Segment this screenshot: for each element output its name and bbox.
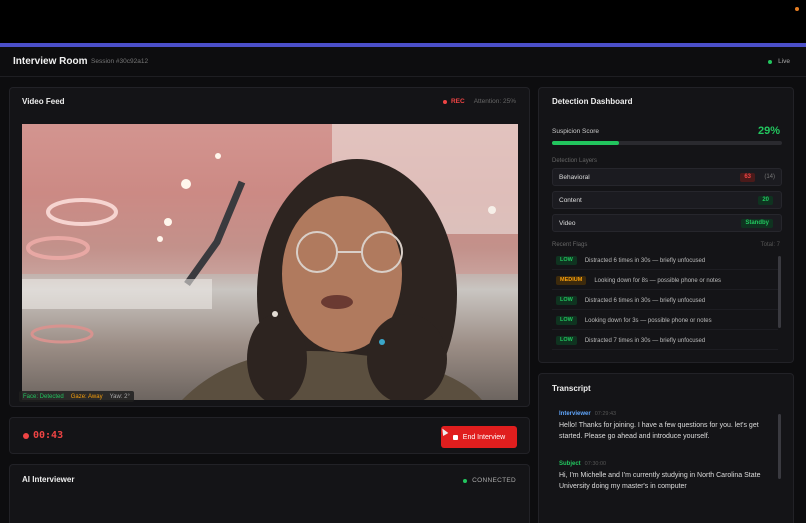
layer-row-video: Video Standby — [552, 214, 782, 232]
severity-badge: MEDIUM — [556, 276, 587, 285]
layer-status-badge: Standby — [741, 219, 773, 228]
layer-name: Behavioral — [559, 174, 590, 181]
detection-dashboard-title: Detection Dashboard — [552, 97, 633, 106]
interview-timer-panel: 00:43 End Interview — [9, 417, 530, 454]
severity-badge: LOW — [556, 256, 577, 265]
layer-row-content: Content 20 — [552, 191, 782, 209]
message-time: 07:29:43 — [594, 411, 617, 417]
flag-text: Distracted 6 times in 30s — briefly unfo… — [584, 297, 706, 304]
page-title: Interview Room — [13, 56, 88, 67]
message-text: Hi, I'm Michelle and I'm currently study… — [559, 472, 761, 490]
suspicion-score-value: 29% — [757, 125, 780, 137]
list-item: LOW Distracted 6 times in 30s — briefly … — [552, 252, 778, 270]
stop-icon — [452, 434, 458, 440]
connection-label: CONNECTED — [472, 477, 516, 484]
live-dot-icon — [768, 59, 773, 64]
end-interview-label: End Interview — [462, 433, 506, 441]
message-text: Hello! Thanks for joining. I have a few … — [559, 422, 759, 440]
transcript-message: Interviewer 07:29:43 Hello! Thanks for j… — [559, 411, 777, 442]
flag-text: Distracted 7 times in 30s — briefly unfo… — [584, 337, 706, 344]
list-item: LOW Distracted 6 times in 30s — briefly … — [552, 292, 778, 310]
ai-interviewer-title: AI Interviewer — [22, 475, 75, 484]
live-label: Live — [778, 58, 790, 65]
end-interview-button[interactable]: End Interview — [441, 426, 517, 448]
face-tracking-status: Face: Detected Gaze: Away Yaw: 2° — [19, 391, 134, 402]
yaw-status: Yaw: 2° — [109, 393, 130, 400]
suspicion-score-label: Suspicion Score — [552, 128, 599, 135]
speaker-label: Subject — [559, 461, 581, 467]
flag-text: Looking down for 8s — possible phone or … — [594, 277, 722, 284]
video-feed-title: Video Feed — [22, 97, 65, 106]
webcam-video — [22, 124, 518, 400]
severity-badge: LOW — [556, 336, 577, 345]
flag-text: Distracted 6 times in 30s — briefly unfo… — [584, 257, 706, 264]
detection-dashboard-panel: Detection Dashboard Suspicion Score 29% … — [538, 87, 794, 363]
speaker-label: Interviewer — [559, 411, 591, 417]
layer-name: Video — [559, 220, 576, 227]
flags-total: Total: 7 — [760, 242, 780, 248]
transcript-scrollbar[interactable] — [778, 414, 781, 479]
connected-dot-icon — [463, 478, 468, 483]
message-time: 07:30:00 — [584, 461, 607, 467]
session-id: Session #30c92a12 — [91, 58, 149, 65]
rec-label: REC — [450, 98, 465, 105]
live-indicator: Live — [768, 58, 790, 65]
layer-name: Content — [559, 197, 582, 204]
face-detected-status: Face: Detected — [23, 393, 64, 400]
severity-badge: LOW — [556, 316, 577, 325]
app-header: Interview Room Session #30c92a12 Live — [0, 47, 806, 77]
transcript-message: Subject 07:30:00 Hi, I'm Michelle and I'… — [559, 461, 777, 492]
rec-dot-icon — [442, 99, 447, 104]
flags-scrollbar[interactable] — [778, 256, 781, 328]
webcam-scene — [22, 124, 518, 400]
ai-interviewer-panel: AI Interviewer CONNECTED — [9, 464, 530, 523]
recent-flags-list[interactable]: LOW Distracted 6 times in 30s — briefly … — [552, 252, 782, 360]
recent-flags-label: Recent Flags — [552, 242, 588, 248]
recording-dot-icon — [23, 433, 29, 439]
elapsed-timer: 00:43 — [33, 430, 64, 441]
connection-status: CONNECTED — [463, 477, 516, 484]
recording-indicator: REC Attention: 25% — [442, 98, 516, 105]
list-item: MEDIUM Looking down for 8s — possible ph… — [552, 272, 778, 290]
layer-score-badge: 63 — [740, 173, 755, 182]
layer-score-badge: 20 — [758, 196, 773, 205]
interview-app: Interview Room Session #30c92a12 Live Vi… — [0, 47, 806, 523]
detection-layers-label: Detection Layers — [552, 158, 598, 164]
attention-score: Attention: 25% — [473, 98, 516, 105]
severity-badge: LOW — [556, 296, 577, 305]
suspicion-progress-fill — [552, 141, 619, 145]
transcript-panel: Transcript Interviewer 07:29:43 Hello! T… — [538, 373, 794, 523]
list-item: LOW Distracted 7 times in 30s — briefly … — [552, 332, 778, 350]
list-item: LOW Looking down for 3s — possible phone… — [552, 312, 778, 330]
video-feed-panel: Video Feed REC Attention: 25% Face: Dete… — [9, 87, 530, 407]
suspicion-progress-bar — [552, 141, 782, 145]
gaze-status: Gaze: Away — [70, 393, 103, 400]
notification-dot — [795, 7, 799, 11]
layer-count: (14) — [764, 174, 775, 180]
layer-row-behavioral: Behavioral 63 (14) — [552, 168, 782, 186]
transcript-title: Transcript — [552, 384, 591, 393]
flag-text: Looking down for 3s — possible phone or … — [584, 317, 712, 324]
system-top-bar — [0, 0, 806, 43]
